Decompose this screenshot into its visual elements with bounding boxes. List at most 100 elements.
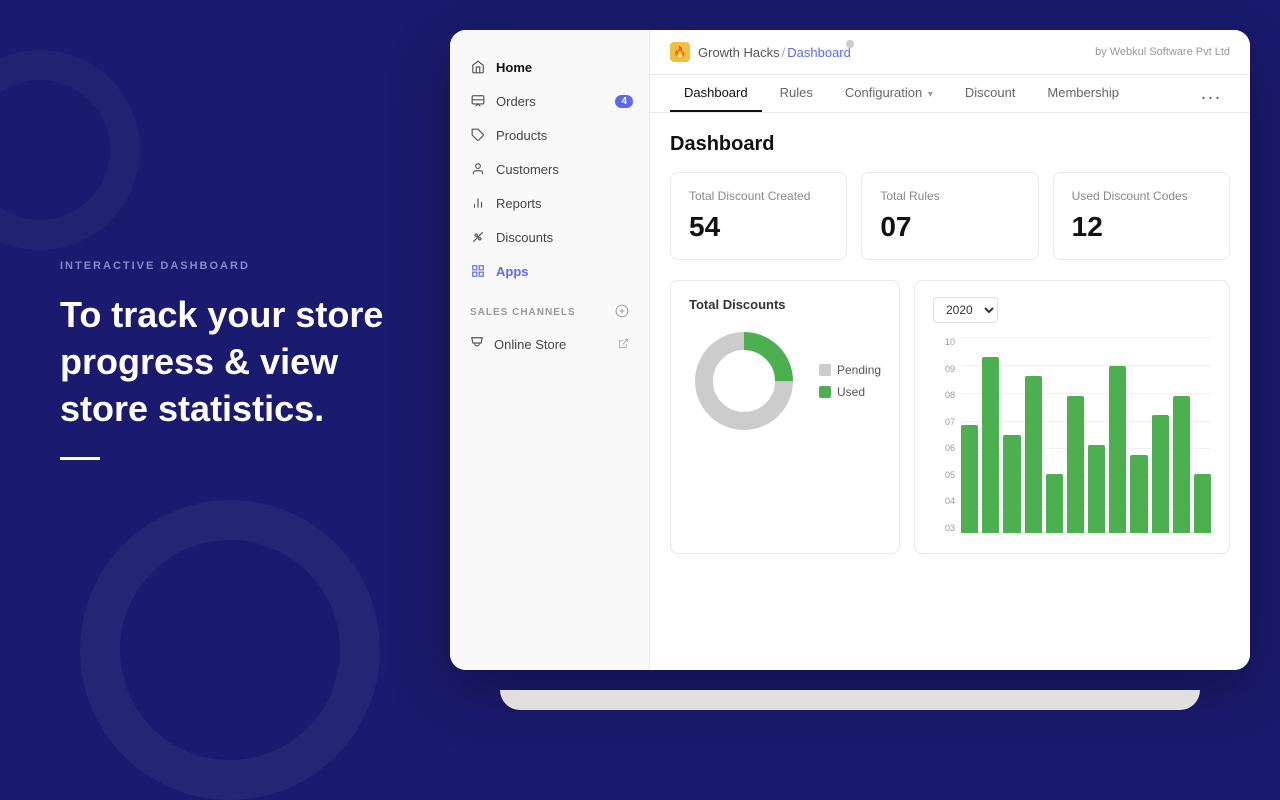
stat-label-2: Used Discount Codes (1072, 189, 1211, 203)
legend-label-used: Used (837, 385, 865, 399)
sidebar-item-customers-label: Customers (496, 162, 559, 177)
main-content: 🔥 Growth Hacks/Dashboard by Webkul Softw… (650, 30, 1250, 670)
tab-dashboard[interactable]: Dashboard (670, 75, 762, 112)
bar-Jan (961, 425, 978, 533)
breadcrumb: Growth Hacks/Dashboard (698, 45, 851, 60)
donut-wrapper: Pending Used (689, 326, 881, 436)
orders-badge: 4 (615, 95, 633, 108)
stat-value-2: 12 (1072, 211, 1211, 243)
tab-discount-label: Discount (965, 85, 1016, 100)
stat-card-2: Used Discount Codes 12 (1053, 172, 1230, 260)
year-select[interactable]: 2020 2019 2021 (933, 297, 998, 323)
sidebar-item-orders[interactable]: Orders 4 (450, 84, 649, 118)
circle-decor-2 (0, 50, 140, 250)
legend-item-used: Used (819, 385, 881, 399)
y-label-05: 05 (933, 470, 955, 480)
tab-dashboard-label: Dashboard (684, 85, 748, 100)
donut-card-title: Total Discounts (689, 297, 881, 312)
orders-icon (470, 93, 486, 109)
tab-configuration-label: Configuration (845, 85, 922, 100)
tab-discount[interactable]: Discount (951, 75, 1030, 112)
legend-label-pending: Pending (837, 363, 881, 377)
y-label-06: 06 (933, 443, 955, 453)
breadcrumb-app-name: Growth Hacks (698, 45, 780, 60)
discounts-icon (470, 229, 486, 245)
dashboard-title: Dashboard (670, 133, 1230, 156)
circle-decor-1 (80, 500, 380, 800)
divider (60, 457, 100, 460)
bar-Dec (1194, 474, 1211, 533)
donut-svg (689, 326, 799, 436)
donut-legend: Pending Used (819, 363, 881, 399)
bar-May (1046, 474, 1063, 533)
breadcrumb-separator: / (782, 45, 786, 60)
bar-chart-y-axis: 10 09 08 07 06 05 04 03 (933, 337, 955, 533)
bar-Aug (1109, 366, 1126, 533)
sidebar-item-apps[interactable]: Apps (450, 254, 649, 288)
header-right: by Webkul Software Pvt Ltd (1095, 46, 1230, 58)
dashboard-body: Dashboard Total Discount Created 54 Tota… (650, 113, 1250, 574)
sidebar-item-products-label: Products (496, 128, 547, 143)
app-content: Home Orders 4 Products (450, 30, 1250, 670)
bar-card-header: 2020 2019 2021 (933, 297, 1211, 323)
y-label-07: 07 (933, 417, 955, 427)
app-header: 🔥 Growth Hacks/Dashboard by Webkul Softw… (650, 30, 1250, 75)
bar-Sep (1130, 455, 1147, 533)
bar-Jul (1088, 445, 1105, 533)
sidebar-item-reports[interactable]: Reports (450, 186, 649, 220)
bars-container (961, 337, 1211, 533)
laptop-container: Home Orders 4 Products (450, 30, 1280, 710)
bar-Feb (982, 357, 999, 533)
sidebar-item-home-label: Home (496, 60, 532, 75)
sidebar-item-products[interactable]: Products (450, 118, 649, 152)
left-panel: INTERACTIVE DASHBOARD To track your stor… (0, 0, 470, 720)
laptop-notch (846, 40, 854, 48)
tab-rules-label: Rules (780, 85, 813, 100)
bar-Mar (1003, 435, 1020, 533)
sidebar-item-reports-label: Reports (496, 196, 542, 211)
sidebar-item-orders-label: Orders (496, 94, 536, 109)
y-label-04: 04 (933, 496, 955, 506)
subtitle: INTERACTIVE DASHBOARD (60, 260, 410, 272)
sidebar-item-apps-label: Apps (496, 264, 529, 279)
main-text: To track your store progress & view stor… (60, 292, 410, 432)
nav-tabs: Dashboard Rules Configuration ▾ Discount… (650, 75, 1250, 113)
tab-configuration[interactable]: Configuration ▾ (831, 75, 947, 112)
external-link-icon (618, 338, 629, 352)
legend-item-pending: Pending (819, 363, 881, 377)
sidebar-item-discounts[interactable]: Discounts (450, 220, 649, 254)
y-label-03: 03 (933, 523, 955, 533)
stat-label-0: Total Discount Created (689, 189, 828, 203)
bar-Jun (1067, 396, 1084, 533)
legend-dot-used (819, 386, 831, 398)
donut-card: Total Discounts (670, 280, 900, 554)
apps-icon (470, 263, 486, 279)
y-label-10: 10 (933, 337, 955, 347)
products-icon (470, 127, 486, 143)
online-store-icon (470, 336, 484, 353)
y-label-08: 08 (933, 390, 955, 400)
bar-Oct (1152, 415, 1169, 533)
tab-rules[interactable]: Rules (766, 75, 827, 112)
tab-membership[interactable]: Membership (1033, 75, 1133, 112)
logo-emoji: 🔥 (673, 46, 687, 59)
nav-more[interactable]: ... (1193, 75, 1230, 112)
stat-value-0: 54 (689, 211, 828, 243)
laptop-base (500, 690, 1200, 710)
sidebar-item-online-store[interactable]: Online Store (450, 327, 649, 362)
home-icon (470, 59, 486, 75)
header-left: 🔥 Growth Hacks/Dashboard (670, 42, 851, 62)
app-logo: 🔥 (670, 42, 690, 62)
sidebar-item-customers[interactable]: Customers (450, 152, 649, 186)
bar-Apr (1025, 376, 1042, 533)
add-channel-icon[interactable] (615, 304, 629, 321)
configuration-dropdown-arrow: ▾ (928, 89, 933, 100)
laptop-screen: Home Orders 4 Products (450, 30, 1250, 670)
tab-membership-label: Membership (1047, 85, 1119, 100)
sidebar: Home Orders 4 Products (450, 30, 650, 670)
legend-dot-pending (819, 364, 831, 376)
breadcrumb-page-name: Dashboard (787, 45, 851, 60)
bar-card: 2020 2019 2021 10 09 08 07 (914, 280, 1230, 554)
sidebar-item-home[interactable]: Home (450, 50, 649, 84)
y-label-09: 09 (933, 364, 955, 374)
